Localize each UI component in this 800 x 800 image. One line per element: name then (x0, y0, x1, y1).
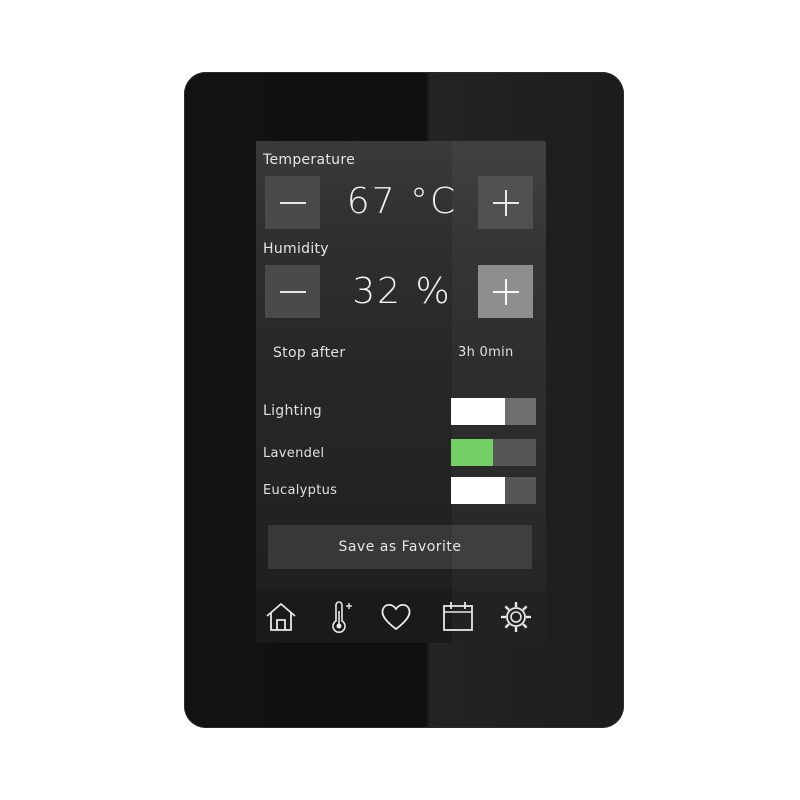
nav-favorites[interactable] (376, 599, 416, 635)
humidity-label: Humidity (263, 241, 329, 257)
temperature-label: Temperature (263, 152, 355, 168)
lavendel-label: Lavendel (263, 446, 325, 461)
lavendel-toggle[interactable] (451, 439, 536, 466)
lighting-label: Lighting (263, 403, 322, 419)
stop-after-value[interactable]: 3h 0min (458, 345, 514, 360)
touch-screen: Temperature 67 °C Humidity 32 % Stop aft… (256, 141, 546, 643)
temperature-decrease-button[interactable] (265, 176, 320, 229)
eucalyptus-toggle-knob (451, 477, 505, 504)
nav-home[interactable] (261, 599, 301, 635)
lighting-toggle-knob (451, 398, 505, 425)
calendar-icon (443, 602, 473, 631)
eucalyptus-toggle[interactable] (451, 477, 536, 504)
lighting-toggle[interactable] (451, 398, 536, 425)
nav-settings[interactable] (496, 599, 536, 635)
home-icon (266, 602, 296, 631)
temperature-increase-button[interactable] (478, 176, 533, 229)
minus-icon (279, 290, 306, 293)
minus-icon (279, 201, 306, 204)
stop-after-label: Stop after (273, 345, 346, 361)
thermometer-icon (332, 601, 352, 633)
save-favorite-button[interactable]: Save as Favorite (268, 525, 532, 569)
lavendel-toggle-knob (451, 439, 493, 466)
humidity-value: 32 % (352, 271, 452, 312)
humidity-increase-button[interactable] (478, 265, 533, 318)
bottom-nav (256, 591, 546, 643)
eucalyptus-label: Eucalyptus (263, 483, 338, 498)
humidity-decrease-button[interactable] (265, 265, 320, 318)
nav-schedule[interactable] (438, 599, 478, 635)
plus-icon (492, 189, 519, 216)
nav-temperature[interactable] (319, 599, 359, 635)
gear-icon (501, 602, 531, 632)
temperature-value: 67 °C (346, 181, 458, 222)
heart-icon (381, 603, 411, 631)
plus-icon (492, 278, 519, 305)
